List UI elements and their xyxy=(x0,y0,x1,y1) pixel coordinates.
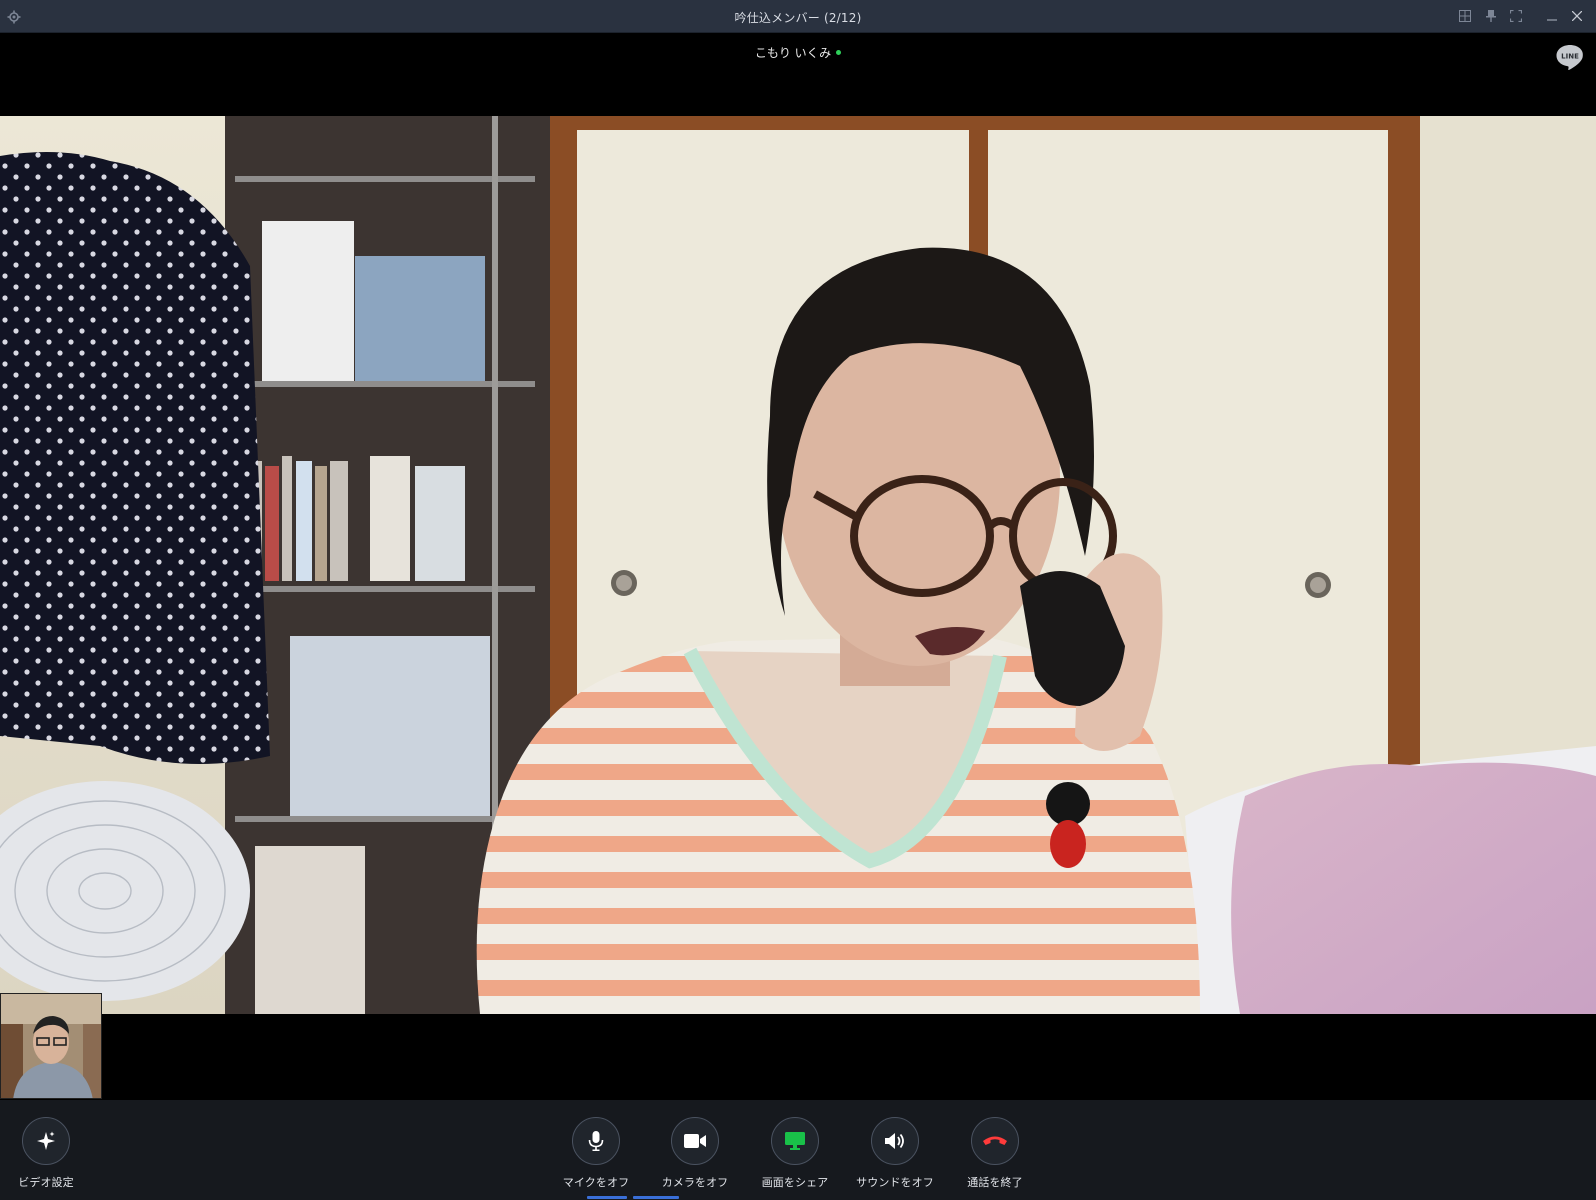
minimize-icon[interactable] xyxy=(1545,9,1559,23)
close-icon[interactable] xyxy=(1570,9,1584,23)
participant-name-label: こもり いくみ xyxy=(754,46,832,60)
phone-hangup-icon xyxy=(971,1117,1019,1165)
mic-off-button[interactable]: マイクをオフ xyxy=(541,1117,651,1190)
camera-off-label: カメラをオフ xyxy=(661,1176,729,1189)
microphone-icon xyxy=(572,1117,620,1165)
camera-off-button[interactable]: カメラをオフ xyxy=(640,1117,750,1190)
speaker-icon xyxy=(871,1117,919,1165)
self-video-preview[interactable] xyxy=(0,993,102,1099)
active-tab-indicator xyxy=(587,1196,627,1199)
pin-icon[interactable] xyxy=(1484,9,1498,23)
end-call-label: 通話を終了 xyxy=(967,1176,1023,1189)
end-call-button[interactable]: 通話を終了 xyxy=(940,1117,1050,1190)
mic-off-label: マイクをオフ xyxy=(562,1176,630,1189)
title-bar: 吟仕込メンバー (2/12) xyxy=(0,0,1596,33)
monitor-icon xyxy=(771,1117,819,1165)
sparkle-icon xyxy=(22,1117,70,1165)
sound-off-button[interactable]: サウンドをオフ xyxy=(840,1117,950,1190)
line-logo: LINE xyxy=(1555,43,1587,73)
call-control-bar: ビデオ設定 マイクをオフ カメラをオフ 画面をシェア サウンドをオフ 通話を終了 xyxy=(0,1100,1596,1200)
share-screen-label: 画面をシェア xyxy=(761,1176,829,1189)
window-title: 吟仕込メンバー (2/12) xyxy=(734,11,862,25)
fullscreen-icon[interactable] xyxy=(1509,9,1523,23)
video-settings-label: ビデオ設定 xyxy=(18,1176,74,1189)
sound-off-label: サウンドをオフ xyxy=(856,1176,934,1189)
active-tab-indicator xyxy=(633,1196,679,1199)
participant-name: こもり いくみ xyxy=(0,44,1596,61)
video-settings-button[interactable]: ビデオ設定 xyxy=(0,1117,101,1190)
line-logo-text: LINE xyxy=(1561,53,1579,61)
grid-layout-icon[interactable] xyxy=(1458,9,1472,23)
share-screen-button[interactable]: 画面をシェア xyxy=(740,1117,850,1190)
video-camera-icon xyxy=(671,1117,719,1165)
remote-video xyxy=(0,116,1596,1014)
online-status-dot xyxy=(836,50,842,55)
